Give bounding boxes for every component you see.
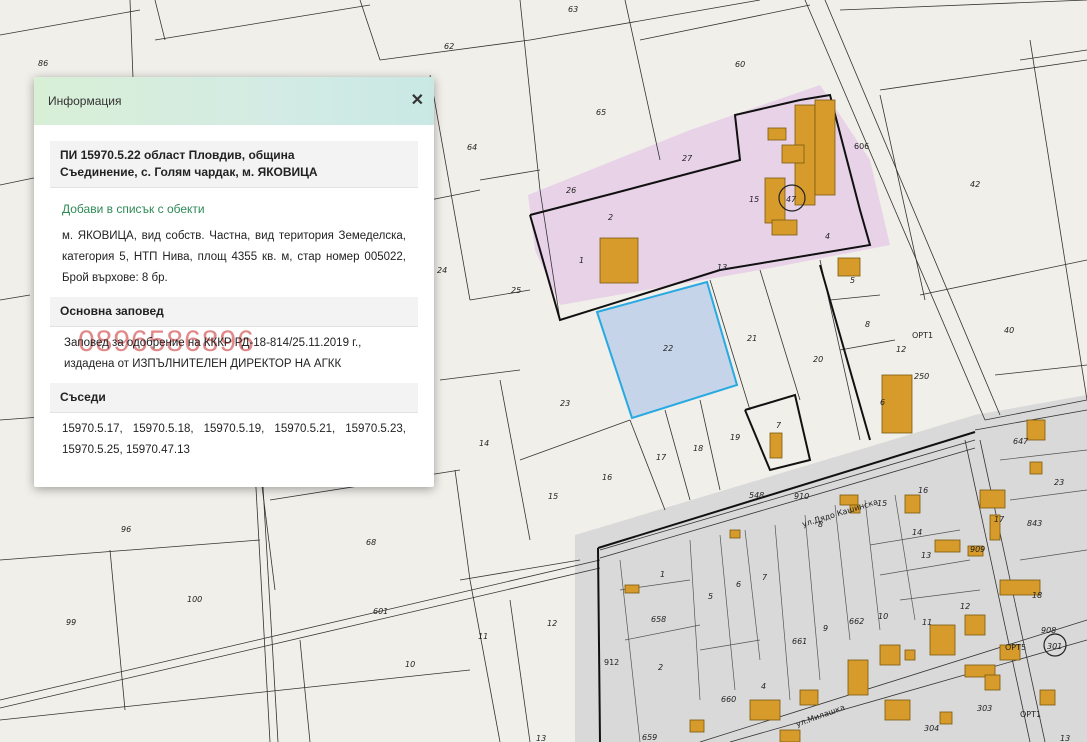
map-label: 14 [479, 439, 489, 448]
map-label: 62 [444, 42, 454, 51]
map-label: 22 [663, 344, 673, 353]
map-label: 659 [642, 733, 657, 742]
map-label: 304 [924, 724, 939, 733]
map-label: 647 [1013, 437, 1029, 446]
map-label: 11 [478, 632, 488, 641]
map-label: 4 [761, 682, 766, 691]
map-label: 12 [547, 619, 557, 628]
map-label: 15 [877, 499, 887, 508]
map-label: 96 [121, 525, 131, 534]
map-label: 9 [823, 624, 828, 633]
neighbors-heading: Съседи [50, 383, 418, 413]
order-section: 0896586896 Заповед за одобрение на КККР … [50, 327, 418, 383]
map-label: 15 [548, 492, 558, 501]
map-label: 303 [977, 704, 992, 713]
map-label: 17 [994, 515, 1005, 524]
map-label: 64 [467, 143, 477, 152]
neighbors-list: 15970.5.17, 15970.5.18, 15970.5.19, 1597… [62, 423, 406, 456]
urban-area [575, 395, 1087, 742]
map-label: 40 [1004, 326, 1014, 335]
road-number: 606 [854, 142, 869, 151]
map-label: 601 [373, 607, 388, 616]
map-label: 11 [922, 618, 932, 627]
map-label: 10 [878, 612, 888, 621]
map-label: 16 [918, 486, 928, 495]
map-label: 1 [579, 256, 584, 265]
popup-header: Информация ✕ [34, 77, 434, 125]
map-label: 909 [970, 545, 985, 554]
map-label: 10 [405, 660, 415, 669]
map-label: 13 [536, 734, 546, 742]
map-label: 6 [736, 580, 741, 589]
map-label: 662 [849, 617, 864, 626]
map-label: 658 [651, 615, 666, 624]
map-label: 5 [708, 592, 713, 601]
map-label: 65 [596, 108, 606, 117]
map-label: 12 [896, 345, 906, 354]
map-label: 18 [1032, 591, 1042, 600]
add-to-list-link[interactable]: Добави в списък с обекти [50, 188, 418, 222]
map-label: 68 [366, 538, 376, 547]
parcel-heading-line1: ПИ 15970.5.22 област Пловдив, община [60, 148, 295, 162]
map-label: 661 [792, 637, 807, 646]
map-label: 15 [749, 195, 759, 204]
info-popup: Информация ✕ ПИ 15970.5.22 област Пловди… [34, 77, 434, 487]
parcel-heading-line2: Съединение, с. Голям чардак, м. ЯКОВИЦА [60, 165, 318, 179]
map-label: 17 [656, 453, 667, 462]
map-label: 6 [880, 398, 885, 407]
map-label: 47 [786, 195, 797, 204]
map-label: 99 [66, 618, 76, 627]
close-icon[interactable]: ✕ [411, 93, 424, 109]
survey-point: ОРТ5 [1005, 643, 1026, 652]
map-label: 42 [970, 180, 980, 189]
map-label: 2 [658, 663, 663, 672]
order-heading: Основна заповед [50, 297, 418, 327]
parcel-heading: ПИ 15970.5.22 област Пловдив, община Съе… [50, 141, 418, 188]
map-label: 63 [568, 5, 578, 14]
map-label: 250 [914, 372, 929, 381]
map-label: 8 [865, 320, 870, 329]
map-label: 18 [693, 444, 703, 453]
map-label: 660 [721, 695, 736, 704]
map-label: 548 [749, 491, 764, 500]
map-label: 23 [1054, 478, 1064, 487]
map-label: 100 [187, 595, 202, 604]
map-label: 14 [912, 528, 922, 537]
map-label: 86 [38, 59, 48, 68]
map-label: 12 [960, 602, 970, 611]
map-label: 1 [660, 570, 665, 579]
road-number: 912 [604, 658, 619, 667]
map-label: 843 [1027, 519, 1042, 528]
map-label: 5 [850, 276, 855, 285]
map-label: 26 [566, 186, 576, 195]
map-label: 13 [921, 551, 931, 560]
map-label: 23 [560, 399, 570, 408]
map-label: 13 [717, 263, 727, 272]
map-label: 24 [437, 266, 447, 275]
map-label: 20 [813, 355, 823, 364]
map-label: 2 [608, 213, 613, 222]
map-label: 25 [511, 286, 521, 295]
parcel-description: м. ЯКОВИЦА, вид собств. Частна, вид тери… [62, 230, 406, 284]
map-label: 16 [602, 473, 612, 482]
popup-body: ПИ 15970.5.22 област Пловдив, община Съе… [34, 125, 434, 469]
map-label: 301 [1047, 642, 1062, 651]
map-label: 27 [682, 154, 693, 163]
map-label: 13 [1060, 734, 1070, 742]
map-label: 4 [825, 232, 830, 241]
map-label: 7 [776, 421, 782, 430]
map-label: 19 [730, 433, 740, 442]
survey-point: ОРТ1 [912, 331, 933, 340]
map-label: 21 [747, 334, 757, 343]
popup-title: Информация [48, 94, 122, 108]
map-label: 60 [735, 60, 745, 69]
survey-point: ОРТ1 [1020, 710, 1041, 719]
map-label: 910 [794, 492, 809, 501]
